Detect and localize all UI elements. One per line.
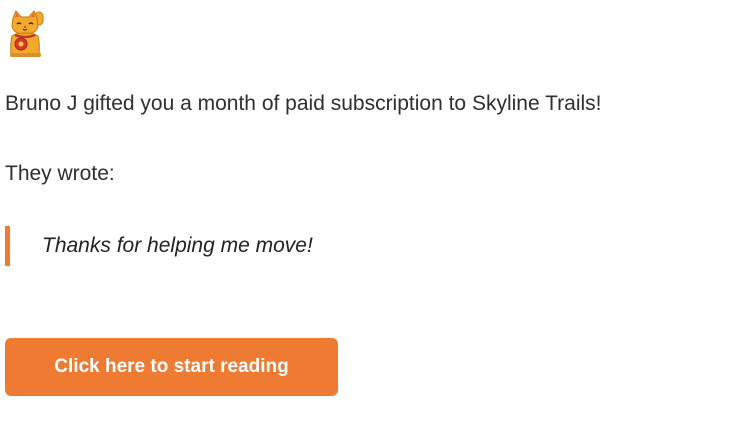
wrote-label: They wrote: (5, 162, 115, 185)
quote-accent-bar (5, 226, 10, 266)
beckoning-cat-icon (6, 10, 50, 58)
start-reading-button[interactable]: Click here to start reading (5, 338, 338, 396)
quote-text: Thanks for helping me move! (42, 234, 313, 257)
gift-message: Bruno J gifted you a month of paid subsc… (5, 92, 602, 115)
gift-quote: Thanks for helping me move! (5, 226, 605, 266)
